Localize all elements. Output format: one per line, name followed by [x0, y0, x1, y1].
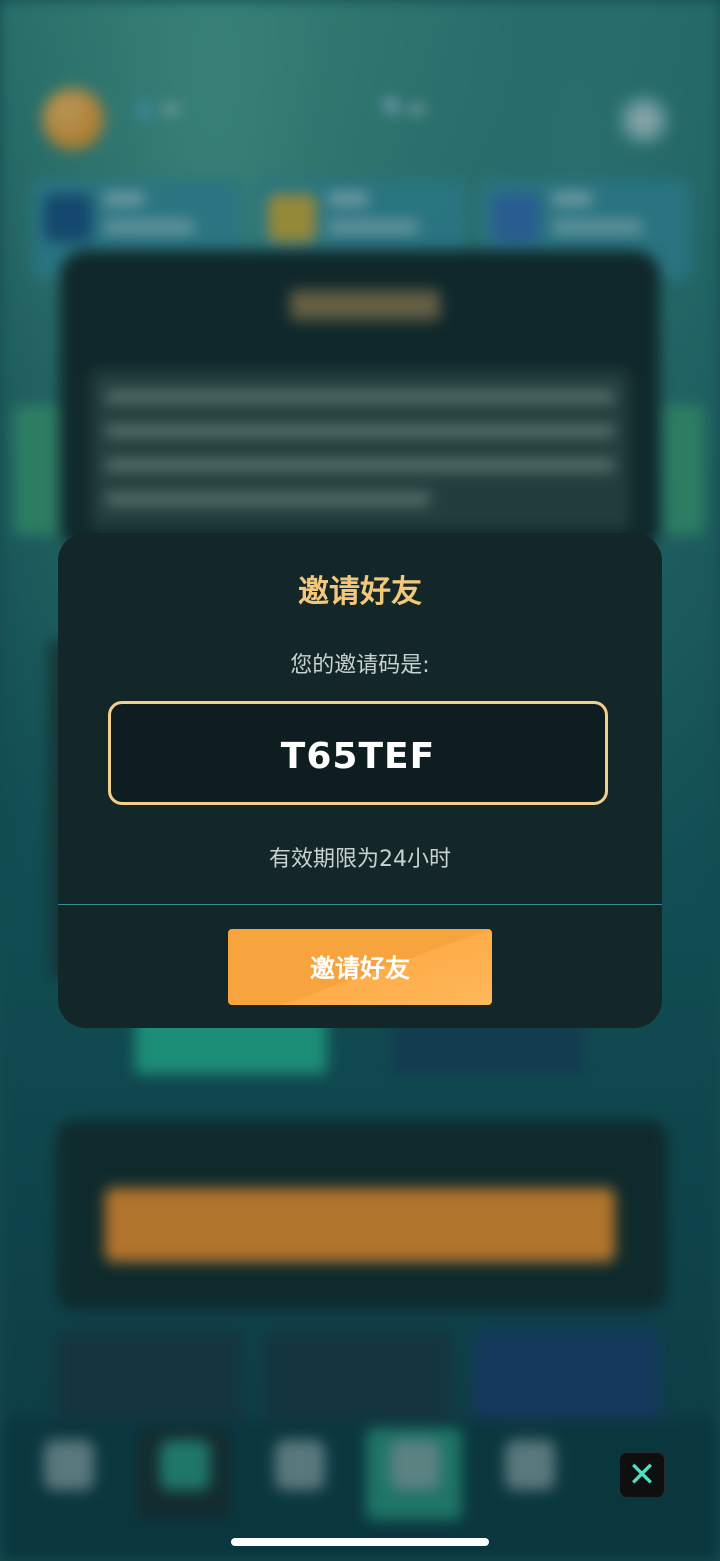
invite-code-label: 您的邀请码是: — [290, 653, 430, 678]
invite-friends-button[interactable]: 邀请好友 — [228, 929, 492, 1005]
home-indicator[interactable] — [231, 1538, 489, 1546]
divider — [58, 904, 662, 905]
invite-code: T65TEF — [280, 736, 436, 777]
invite-code-box[interactable]: T65TEF — [108, 701, 608, 805]
validity-text: 有效期限为24小时 — [269, 847, 451, 872]
close-icon[interactable]: ✕ — [619, 1452, 665, 1498]
modal-title: 邀请好友 — [298, 574, 422, 610]
invite-modal: 邀请好友 您的邀请码是: T65TEF 有效期限为24小时 邀请好友 — [58, 533, 662, 1028]
